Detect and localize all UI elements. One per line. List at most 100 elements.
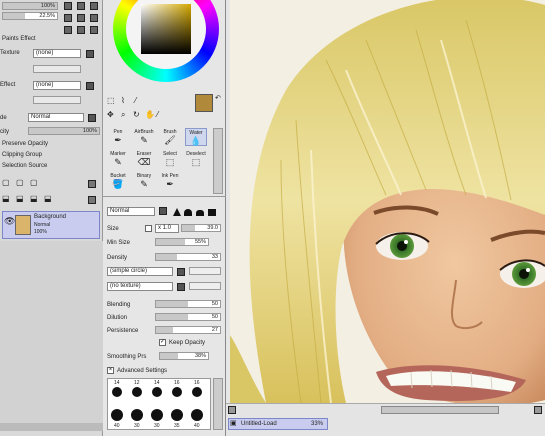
tip-round-icon[interactable] (184, 209, 192, 216)
blending-slider[interactable]: 50 (155, 300, 221, 308)
tool-pen[interactable]: Pen ✒ (107, 128, 129, 146)
scroll-left-button[interactable] (228, 406, 236, 414)
document-tab[interactable]: ▣ Untitled-Load 33% (228, 418, 328, 430)
rotate-reset-button[interactable] (90, 14, 98, 22)
primary-color-swatch[interactable] (195, 94, 213, 112)
clipping-group-option[interactable]: Clipping Group (2, 152, 42, 158)
horizontal-scrollbar[interactable] (381, 406, 499, 414)
effect-select[interactable]: (none) (33, 81, 81, 90)
layer-blend-select[interactable]: Normal (28, 113, 84, 122)
persistence-slider[interactable]: 27 (155, 326, 221, 334)
brush-texture-menu-button[interactable] (177, 283, 185, 291)
brush-shape-menu-button[interactable] (177, 268, 185, 276)
smoothing-slider[interactable]: 38% (159, 352, 209, 360)
lasso-icon[interactable]: ⌇ (121, 96, 125, 105)
layer-menu-button[interactable] (88, 180, 96, 188)
saturation-value-square[interactable] (141, 4, 191, 54)
texture-strength-slider[interactable] (33, 65, 81, 73)
move-icon[interactable]: ✥ (107, 110, 114, 119)
brush-preset-dot[interactable] (112, 387, 122, 397)
copy-layer-icon[interactable]: ⬓ (16, 194, 24, 203)
zoom-in-button[interactable] (77, 2, 85, 10)
tool-airbrush[interactable]: AirBrush ✎ (133, 128, 155, 146)
layer-scrollbar[interactable] (0, 423, 103, 431)
selection-source-option[interactable]: Selection Source (2, 163, 47, 169)
new-layer-icon[interactable]: ▢ (2, 178, 10, 187)
clear-layer-icon[interactable]: ⬓ (30, 194, 38, 203)
hand-icon[interactable]: ✋ (145, 110, 155, 119)
brush-preset-dot[interactable] (152, 387, 162, 397)
tool-ink-pen[interactable]: Ink Pen ✒ (159, 172, 181, 190)
min-size-slider[interactable]: 55% (155, 238, 209, 246)
texture-select[interactable]: (none) (33, 49, 81, 58)
size-multiplier[interactable]: x 1.0 (155, 224, 179, 233)
advanced-settings-checkbox[interactable]: × (107, 367, 114, 374)
size-pressure-checkbox[interactable] (145, 225, 152, 232)
view-reset-button[interactable] (90, 26, 98, 34)
layer-blend-menu-button[interactable] (88, 114, 96, 122)
tool-select[interactable]: Select ⬚ (159, 150, 181, 168)
brush-texture-slider[interactable] (189, 282, 221, 290)
eyedropper-icon[interactable]: ⁄ (157, 110, 158, 119)
tip-flat-icon[interactable] (208, 209, 216, 216)
merge-down-icon[interactable]: ⬓ (2, 194, 10, 203)
tool-water[interactable]: Water 💧 (185, 128, 207, 146)
layer-options-button[interactable] (88, 196, 96, 204)
layer-opacity-slider[interactable]: 100% (28, 127, 100, 135)
zoom-icon[interactable]: ⌕ (121, 110, 125, 119)
zoom-reset-button[interactable] (90, 2, 98, 10)
tool-brush[interactable]: Brush 🖌 (159, 128, 181, 146)
magic-wand-icon[interactable]: ⁄ (135, 96, 136, 105)
tip-sharp-icon[interactable] (173, 208, 181, 216)
tool-eraser[interactable]: Eraser ⌫ (133, 150, 155, 168)
brush-preset-dot[interactable] (192, 387, 202, 397)
tool-scrollbar[interactable] (213, 128, 223, 194)
layer-name: Background (34, 214, 67, 220)
new-folder2-icon[interactable]: ▢ (30, 178, 38, 187)
flip-h-button[interactable] (64, 26, 72, 34)
canvas[interactable] (226, 0, 545, 403)
rotate-icon[interactable]: ↻ (133, 110, 140, 119)
eye-icon[interactable]: 👁 (4, 217, 15, 226)
brush-preset-dot[interactable] (111, 409, 123, 421)
tip-soft-icon[interactable] (196, 210, 204, 216)
brush-texture-select[interactable]: (no texture) (107, 282, 173, 291)
dilution-slider[interactable]: 50 (155, 313, 221, 321)
brush-blend-menu-button[interactable] (159, 207, 167, 215)
new-folder-icon[interactable]: ▢ (16, 178, 24, 187)
texture-menu-button[interactable] (86, 50, 94, 58)
zoom-out-button[interactable] (64, 2, 72, 10)
density-slider[interactable]: 33 (155, 253, 221, 261)
brush-shape-select[interactable]: (simple circle) (107, 267, 173, 276)
preserve-opacity-option[interactable]: Preserve Opacity (2, 141, 48, 147)
brush-shape-slider[interactable] (189, 267, 221, 275)
tool-marker[interactable]: Marker ✎ (107, 150, 129, 168)
selection-rect-icon[interactable]: ⬚ (107, 96, 115, 105)
effect-strength-slider[interactable] (33, 96, 81, 104)
brush-preset-dot[interactable] (172, 387, 182, 397)
brush-preset-dot[interactable] (131, 409, 143, 421)
brush-preset-dot[interactable] (151, 409, 163, 421)
rotate-left-button[interactable] (64, 14, 72, 22)
rotate-right-button[interactable] (77, 14, 85, 22)
zoom-slider[interactable]: 100% (2, 2, 58, 10)
tool-binary[interactable]: Binary ✎ (133, 172, 155, 190)
tool-deselect[interactable]: Deselect ⬚ (185, 150, 207, 168)
brush-preset-dot[interactable] (132, 387, 142, 397)
rotate-slider[interactable]: 22.5% (2, 12, 58, 20)
size-slider[interactable]: 39.0 (181, 224, 221, 232)
tool-bucket[interactable]: Bucket 🪣 (107, 172, 129, 190)
layer-item-background[interactable]: 👁 Background Normal 100% (2, 211, 100, 239)
brush-preset-dot[interactable] (171, 409, 183, 421)
swap-colors-icon[interactable]: ↶ (215, 94, 221, 103)
layer-mode: Normal (34, 222, 51, 228)
brush-presets-scrollbar[interactable] (213, 378, 223, 430)
flip-v-button[interactable] (77, 26, 85, 34)
color-wheel[interactable] (113, 0, 219, 82)
delete-layer-icon[interactable]: ⬓ (44, 194, 52, 203)
scroll-right-button[interactable] (534, 406, 542, 414)
keep-opacity-checkbox[interactable]: ✓ (159, 339, 166, 346)
brush-preset-dot[interactable] (191, 409, 203, 421)
effect-menu-button[interactable] (86, 82, 94, 90)
brush-blend-select[interactable]: Normal (107, 207, 155, 216)
